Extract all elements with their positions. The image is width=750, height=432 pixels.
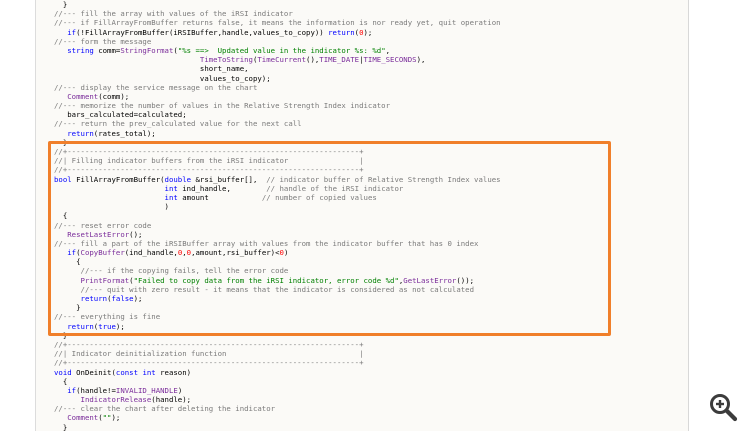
code-line: return(rates_total); [54,129,501,138]
code-token: //+-------------------------------------… [54,339,364,349]
code-token: string [67,45,94,55]
code-token: return [67,128,94,138]
code-line: if(handle!=INVALID_HANDLE) [54,386,501,395]
code-token: (!FillArrayFromBuffer(iRSIBuffer,handle,… [76,27,329,37]
code-line: //--- memorize the number of values in t… [54,101,501,110]
code-token: if [67,27,77,37]
code-token: ), [416,55,426,65]
code-token: ); [363,27,373,37]
code-token: if [67,385,77,395]
code-line: if(!FillArrayFromBuffer(iRSIBuffer,handl… [54,28,501,37]
code-token: { [54,376,68,386]
code-token: (rates_total); [93,128,156,138]
code-token: //--- if FillArrayFromBuffer returns fal… [54,18,501,28]
code-line: //--- display the service message on the… [54,83,501,92]
highlight-box [48,141,611,336]
code-line: //--- if FillArrayFromBuffer returns fal… [54,18,501,27]
code-token: int [142,367,156,377]
code-token: , [385,45,391,55]
code-token: short_name, [54,64,249,74]
code-token: ) [177,385,183,395]
code-line: //+-------------------------------------… [54,358,501,367]
code-token: //--- fill the array with values of the … [54,9,293,19]
code-token: "%s ==> Updated value in the indicator %… [177,45,386,55]
code-token: Comment [67,413,99,423]
code-line: } [54,423,501,432]
code-token: const [115,367,139,377]
code-token: StringFormat [120,45,174,55]
code-token: INVALID_HANDLE [115,385,178,395]
code-line: Comment(""); [54,413,501,422]
zoom-button[interactable] [706,390,740,424]
code-line: string comm=StringFormat("%s ==> Updated… [54,46,501,55]
code-line: //--- form the message [54,37,501,46]
code-line: short_name, [54,64,501,73]
code-token: //| Indicator deinitialization function … [54,349,364,359]
code-token: OnDeinit( [71,367,116,377]
code-line: Comment(comm); [54,92,501,101]
code-token: } [54,422,68,432]
code-token: //--- form the message [54,36,152,46]
code-token: comm= [93,45,121,55]
code-token: reason) [155,367,192,377]
code-token: (handle!= [76,385,116,395]
code-line: TimeToString(TimeCurrent(),TIME_DATE|TIM… [54,55,501,64]
code-token: TimeToString [199,55,253,65]
code-token: IndicatorRelease [80,395,152,405]
zoom-in-icon [710,394,738,422]
code-token: values_to_copy); [54,73,271,83]
code-token: //--- clear the chart after deleting the… [54,404,276,414]
code-token: } [54,0,68,9]
code-token: TimeCurrent [257,55,307,65]
code-line: //+-------------------------------------… [54,340,501,349]
code-token: TIME_SECONDS [363,55,417,65]
code-token: return [328,27,355,37]
code-token: void [54,367,72,377]
code-token: bars_calculated=calculated; [54,110,187,120]
code-line: //| Indicator deinitialization function … [54,349,501,358]
code-token: TIME_DATE [319,55,360,65]
code-line: IndicatorRelease(handle); [54,395,501,404]
code-line: //--- fill the array with values of the … [54,9,501,18]
code-line: //--- clear the chart after deleting the… [54,404,501,413]
code-line: } [54,0,501,9]
code-line: values_to_copy); [54,74,501,83]
code-token: //--- return the prev_calculated value f… [54,119,302,129]
code-line: void OnDeinit(const int reason) [54,368,501,377]
code-line: bars_calculated=calculated; [54,110,501,119]
code-line: { [54,377,501,386]
code-token: Comment [67,91,99,101]
code-token: (), [306,55,320,65]
code-token: //--- display the service message on the… [54,82,258,92]
code-line: //--- return the prev_calculated value f… [54,119,501,128]
code-token: //--- memorize the number of values in t… [54,101,391,111]
code-token: //+-------------------------------------… [54,358,364,368]
code-token: (comm); [98,91,130,101]
code-token: ); [111,413,121,423]
code-token: (handle); [151,395,192,405]
